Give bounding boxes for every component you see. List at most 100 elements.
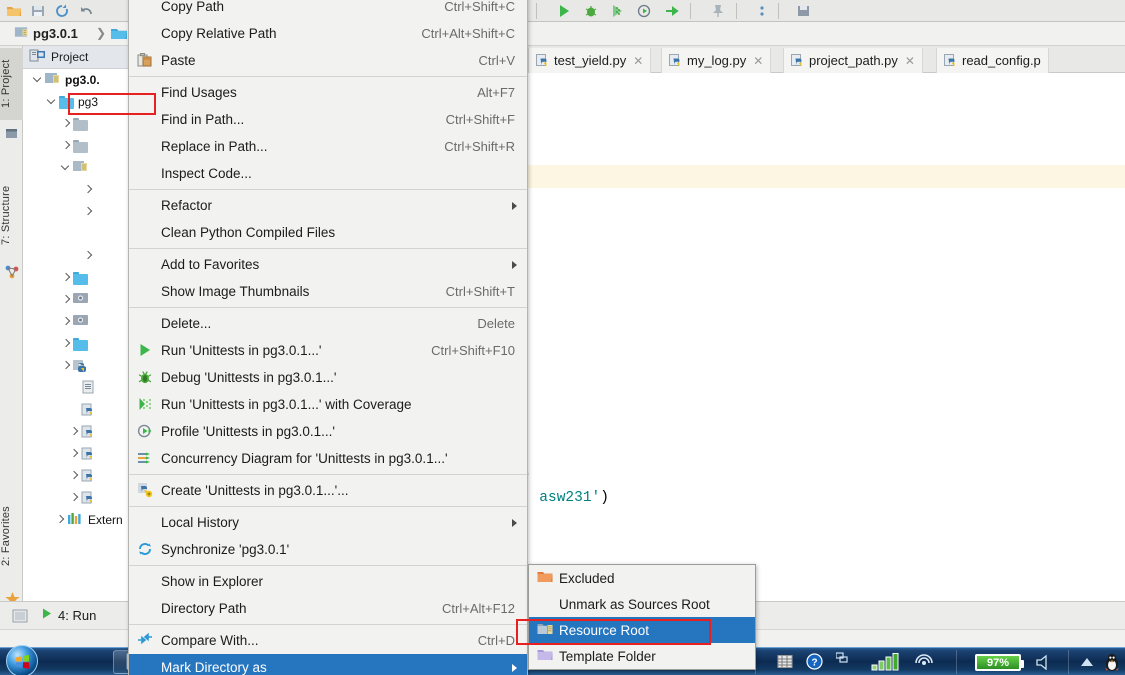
submenu-item-excluded[interactable]: Excluded [529, 565, 755, 591]
menu-item-copy-path[interactable]: Copy Path Ctrl+Shift+C [129, 0, 527, 20]
tray-calendar-icon[interactable] [777, 654, 793, 672]
tree-row-file-2[interactable] [81, 202, 95, 222]
chevron-right-icon[interactable] [69, 448, 81, 460]
tree-row-external-libs[interactable]: Extern [53, 510, 123, 530]
chevron-right-icon[interactable] [61, 338, 73, 350]
menu-item-compare-with[interactable]: Compare With... Ctrl+D [129, 627, 527, 654]
pin-icon[interactable] [710, 3, 726, 19]
tree-row-dir-4[interactable] [59, 158, 89, 178]
submenu-item-unmark-as-sources-root[interactable]: Unmark as Sources Root [529, 591, 755, 617]
chevron-down-icon[interactable] [33, 74, 45, 86]
menu-item-delete[interactable]: Delete... Delete [129, 310, 527, 337]
menu-item-replace-in-path[interactable]: Replace in Path... Ctrl+Shift+R [129, 133, 527, 160]
profile-icon[interactable] [637, 3, 653, 19]
tree-row-dir-6[interactable] [59, 290, 89, 310]
sidebar-tab-project[interactable]: 1: Project [0, 48, 23, 120]
breadcrumb-folder-icon[interactable] [110, 27, 128, 44]
chevron-right-icon[interactable] [69, 426, 81, 438]
run-with-coverage-icon[interactable] [610, 3, 626, 19]
menu-item-directory-path[interactable]: Directory Path Ctrl+Alt+F12 [129, 595, 527, 622]
tree-row-py-1[interactable] [59, 356, 87, 376]
editor-tab-3[interactable]: read_config.p [936, 48, 1049, 73]
open-folder-icon[interactable] [6, 3, 22, 19]
chevron-down-icon[interactable] [47, 96, 59, 108]
menu-item-show-image-thumbnails[interactable]: Show Image Thumbnails Ctrl+Shift+T [129, 278, 527, 305]
chevron-right-icon[interactable] [83, 206, 95, 218]
menu-item-find-usages[interactable]: Find Usages Alt+F7 [129, 79, 527, 106]
close-icon[interactable]: ✕ [633, 54, 643, 68]
context-menu[interactable]: Copy Path Ctrl+Shift+C Copy Relative Pat… [128, 0, 528, 675]
menu-item-refactor[interactable]: Refactor [129, 192, 527, 219]
more-options-icon[interactable] [754, 3, 770, 19]
menu-item-run-with-coverage[interactable]: Run 'Unittests in pg3.0.1...' with Cover… [129, 391, 527, 418]
chevron-right-icon[interactable] [61, 360, 73, 372]
tree-row-root[interactable]: pg3.0. [31, 70, 100, 90]
tree-row-py-2[interactable] [81, 400, 95, 420]
menu-item-run-unittests[interactable]: Run 'Unittests in pg3.0.1...' Ctrl+Shift… [129, 337, 527, 364]
tool-window-tab-run[interactable]: 4: Run [40, 607, 96, 623]
menu-item-local-history[interactable]: Local History [129, 509, 527, 536]
tree-row-dir-2[interactable] [59, 114, 88, 134]
chevron-right-icon[interactable] [61, 272, 73, 284]
submenu-item-template-folder[interactable]: Template Folder [529, 643, 755, 669]
tree-row-py-4[interactable] [67, 444, 95, 464]
submenu-item-resource-root[interactable]: Resource Root [529, 617, 755, 643]
start-button[interactable] [6, 645, 38, 675]
tree-row-file-1[interactable] [81, 180, 95, 200]
show-hidden-icons-chevron-icon[interactable] [1079, 656, 1095, 671]
tray-volume-icon[interactable] [1035, 654, 1055, 674]
tree-row-selected-dir[interactable]: pg3 [45, 92, 98, 112]
chevron-down-icon[interactable] [61, 162, 73, 174]
tree-row-dir-7[interactable] [59, 312, 89, 332]
menu-item-find-in-path[interactable]: Find in Path... Ctrl+Shift+F [129, 106, 527, 133]
chevron-right-icon[interactable] [69, 470, 81, 482]
undo-icon[interactable] [78, 3, 94, 19]
menu-item-concurrency-diagram[interactable]: Concurrency Diagram for 'Unittests in pg… [129, 445, 527, 472]
menu-item-synchronize[interactable]: Synchronize 'pg3.0.1' [129, 536, 527, 563]
tree-row-dir-8[interactable] [59, 334, 88, 354]
debug-icon[interactable] [583, 3, 599, 19]
tree-row-dir-3[interactable] [59, 136, 88, 156]
chevron-right-icon[interactable] [61, 118, 73, 130]
chevron-right-icon[interactable] [83, 184, 95, 196]
close-icon[interactable]: ✕ [905, 54, 915, 68]
tree-row-py-3[interactable] [67, 422, 95, 442]
sidebar-tab-favorites[interactable]: 2: Favorites [0, 486, 23, 586]
tray-network-small-icon[interactable] [835, 652, 848, 667]
save-icon[interactable] [796, 3, 812, 19]
tree-row-dir-5[interactable] [59, 268, 88, 288]
refresh-icon[interactable] [54, 3, 70, 19]
chevron-right-icon[interactable] [69, 492, 81, 504]
tray-wireless-icon[interactable] [913, 654, 935, 673]
menu-item-debug-unittests[interactable]: Debug 'Unittests in pg3.0.1...' [129, 364, 527, 391]
menu-item-copy-relative-path[interactable]: Copy Relative Path Ctrl+Alt+Shift+C [129, 20, 527, 47]
chevron-right-icon[interactable] [61, 316, 73, 328]
editor-tab-2[interactable]: project_path.py ✕ [783, 48, 923, 73]
breadcrumb-project[interactable]: pg3.0.1 [14, 25, 78, 42]
save-all-icon[interactable] [30, 3, 46, 19]
menu-item-clean-python-compiled-files[interactable]: Clean Python Compiled Files [129, 219, 527, 246]
menu-item-mark-directory-as[interactable]: Mark Directory as [129, 654, 527, 675]
run-icon[interactable] [556, 3, 572, 19]
menu-item-create-unittests-config[interactable]: Create 'Unittests in pg3.0.1...'... [129, 477, 527, 504]
menu-item-profile-unittests[interactable]: Profile 'Unittests in pg3.0.1...' [129, 418, 527, 445]
editor-tab-0[interactable]: test_yield.py ✕ [528, 48, 652, 73]
tray-qq-penguin-icon[interactable] [1103, 653, 1121, 675]
tree-row-file-3[interactable] [81, 246, 95, 266]
tree-row-py-6[interactable] [67, 488, 95, 508]
editor-tab-1[interactable]: my_log.py ✕ [661, 48, 772, 73]
sidebar-tab-structure[interactable]: 7: Structure [0, 172, 23, 258]
project-strip-icon[interactable] [4, 126, 19, 141]
structure-strip-icon[interactable] [4, 264, 19, 279]
tray-help-icon[interactable]: ? [806, 653, 823, 673]
menu-item-add-to-favorites[interactable]: Add to Favorites [129, 251, 527, 278]
step-icon[interactable] [664, 3, 680, 19]
tree-row-file-4[interactable] [81, 378, 95, 398]
chevron-right-icon[interactable] [61, 140, 73, 152]
close-icon[interactable]: ✕ [753, 54, 763, 68]
tray-signal-bars-icon[interactable] [871, 653, 899, 674]
tree-row-py-5[interactable] [67, 466, 95, 486]
menu-item-inspect-code[interactable]: Inspect Code... [129, 160, 527, 187]
chevron-right-icon[interactable] [55, 514, 67, 526]
chevron-right-icon[interactable] [61, 294, 73, 306]
